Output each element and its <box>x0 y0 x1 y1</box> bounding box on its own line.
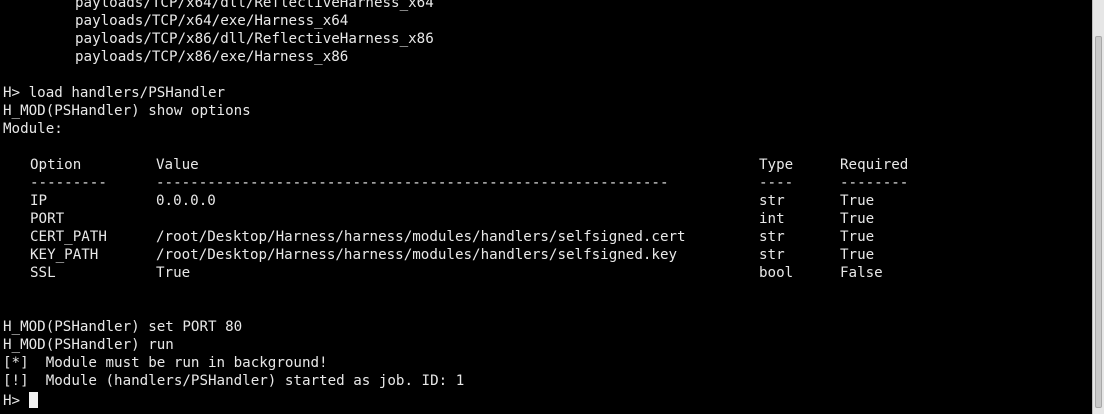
payload-path: payloads/TCP/x64/dll/ReflectiveHarness_x… <box>75 0 434 11</box>
option-name: KEY_PATH <box>30 247 99 263</box>
option-type: bool <box>759 265 794 281</box>
command-line-show-options: H_MOD(PSHandler) show options <box>3 103 251 119</box>
options-table-separator: --------- ------------------------------… <box>3 174 1083 192</box>
payload-line: payloads/TCP/x64/exe/Harness_x64 <box>3 12 348 30</box>
header-option: Option <box>30 157 82 173</box>
table-row: CERT_PATH /root/Desktop/Harness/harness/… <box>3 228 1083 246</box>
option-name: IP <box>30 193 48 209</box>
command-line-run: H_MOD(PSHandler) run <box>3 337 174 353</box>
payload-line: payloads/TCP/x64/dll/ReflectiveHarness_x… <box>3 0 434 12</box>
command-line-set-port: H_MOD(PSHandler) set PORT 80 <box>3 319 243 335</box>
option-required: True <box>840 247 875 263</box>
table-row: PORT int True <box>3 210 1083 228</box>
status-message-job-started: [!] Module (handlers/PSHandler) started … <box>3 373 465 389</box>
payload-line: payloads/TCP/x86/dll/ReflectiveHarness_x… <box>3 30 434 48</box>
payload-path: payloads/TCP/x86/exe/Harness_x86 <box>75 49 349 65</box>
command-line-load: H> load handlers/PSHandler <box>3 85 226 101</box>
header-required: Required <box>840 157 909 173</box>
option-value: /root/Desktop/Harness/harness/modules/ha… <box>156 247 678 263</box>
prompt-text: H> <box>3 393 29 409</box>
terminal-window[interactable]: payloads/TCP/x64/dll/ReflectiveHarness_x… <box>0 0 1092 414</box>
separator-type: ---- <box>759 175 794 191</box>
option-type: str <box>759 193 785 209</box>
scrollbar-thumb[interactable] <box>1095 36 1102 408</box>
separator-option: --------- <box>30 175 107 191</box>
table-row: IP 0.0.0.0 str True <box>3 192 1083 210</box>
option-name: SSL <box>30 265 56 281</box>
option-value: /root/Desktop/Harness/harness/modules/ha… <box>156 229 686 245</box>
option-required: True <box>840 193 875 209</box>
option-required: False <box>840 265 883 281</box>
option-name: CERT_PATH <box>30 229 107 245</box>
option-value: True <box>156 265 191 281</box>
status-message-background: [*] Module must be run in background! <box>3 355 328 371</box>
header-type: Type <box>759 157 794 173</box>
options-table-header: Option Value Type Required <box>3 156 1083 174</box>
table-row: SSL True bool False <box>3 264 1083 282</box>
option-name: PORT <box>30 211 65 227</box>
table-row: KEY_PATH /root/Desktop/Harness/harness/m… <box>3 246 1083 264</box>
header-value: Value <box>156 157 199 173</box>
separator-required: -------- <box>840 175 909 191</box>
payload-path: payloads/TCP/x64/exe/Harness_x64 <box>75 13 349 29</box>
payload-line: payloads/TCP/x86/exe/Harness_x86 <box>3 48 348 66</box>
option-type: str <box>759 247 785 263</box>
option-type: str <box>759 229 785 245</box>
separator-value: ----------------------------------------… <box>156 175 669 191</box>
payload-path: payloads/TCP/x86/dll/ReflectiveHarness_x… <box>75 31 434 47</box>
option-value: 0.0.0.0 <box>156 193 216 209</box>
option-required: True <box>840 211 875 227</box>
option-required: True <box>840 229 875 245</box>
vertical-scrollbar[interactable] <box>1092 0 1104 414</box>
module-label: Module: <box>3 121 63 137</box>
text-cursor <box>28 392 38 408</box>
command-prompt[interactable]: H> <box>3 392 38 410</box>
option-type: int <box>759 211 785 227</box>
